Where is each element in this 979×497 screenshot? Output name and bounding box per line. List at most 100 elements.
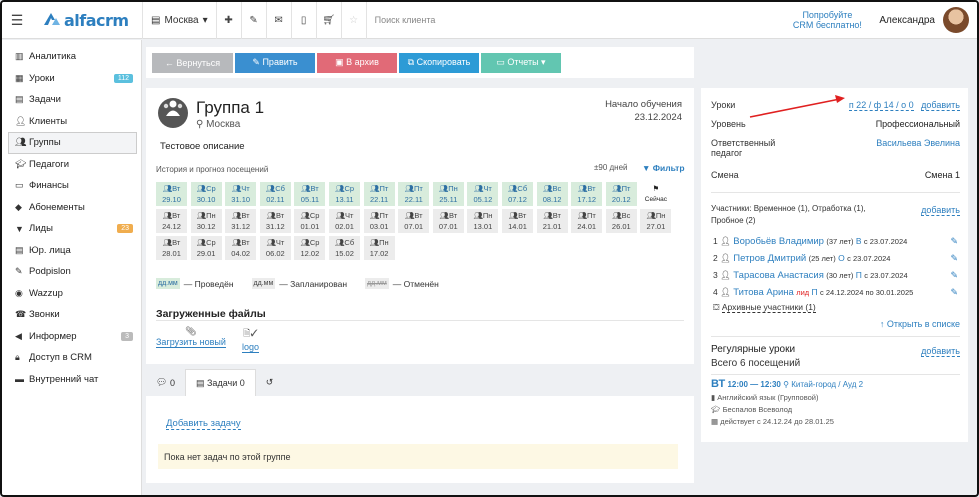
attendance-cell[interactable]: 👥︎Чт 06.02: [259, 236, 291, 260]
attendance-cell[interactable]: 👥︎Пн 27.01: [640, 209, 672, 233]
action-button-4[interactable]: ▭ Отчеты ▾: [481, 52, 561, 73]
filter-button[interactable]: ▼ Фильтр: [642, 163, 685, 173]
attendance-cell[interactable]: 👥︎Вт 17.12: [571, 182, 603, 206]
sidebar-item-4[interactable]: 👥︎ Группы: [8, 132, 137, 154]
users-icon: 👥︎: [196, 184, 207, 193]
sidebar-item-15[interactable]: ▬ Внутренний чат: [2, 369, 141, 391]
attendance-cell[interactable]: 👥︎Чт 31.10: [225, 182, 257, 206]
action-button-2[interactable]: ▣ В архив: [317, 52, 397, 73]
sidebar-item-14[interactable]: 🔒︎ Доступ в CRM: [2, 347, 141, 369]
attendance-cell[interactable]: 👥︎Пт 20.12: [605, 182, 637, 206]
attendance-cell[interactable]: 👥︎Сб 07.12: [502, 182, 533, 206]
sidebar-item-5[interactable]: 🎓︎ Педагоги: [2, 154, 141, 176]
edit-member-icon[interactable]: ✎: [950, 287, 958, 298]
attendance-cell[interactable]: 👥︎Вт 31.12: [225, 209, 257, 233]
attendance-cell[interactable]: 👥︎Ср 01.01: [294, 209, 326, 233]
attendance-cell[interactable]: 👥︎Вт 29.10: [156, 182, 187, 206]
attendance-cell[interactable]: 👥︎Вт 07.01: [432, 209, 464, 233]
mobile-icon[interactable]: ▯: [292, 15, 316, 26]
sidebar-item-7[interactable]: ◆ Абонементы: [2, 197, 141, 219]
attendance-cell[interactable]: 👥︎Вт 28.01: [156, 236, 187, 260]
teacher-link[interactable]: Васильева Эвелина: [876, 138, 960, 148]
attendance-cell[interactable]: 👥︎Ср 29.01: [190, 236, 222, 260]
add-member-link[interactable]: добавить: [921, 205, 960, 216]
tab-comments[interactable]: 💬︎ 0: [146, 369, 185, 396]
open-list-link[interactable]: ↑ Открыть в списке: [880, 319, 960, 329]
action-button-3[interactable]: ⧉ Скопировать: [399, 52, 479, 73]
sidebar-item-9[interactable]: ▤ Юр. лица: [2, 240, 141, 262]
add-lesson-link[interactable]: добавить: [921, 100, 960, 111]
attendance-cell[interactable]: 👥︎Пт 03.01: [363, 209, 395, 233]
attendance-cell[interactable]: 👥︎Вт 14.01: [502, 209, 533, 233]
attendance-cell[interactable]: 👥︎Чт 05.12: [467, 182, 499, 206]
edit-member-icon[interactable]: ✎: [950, 253, 958, 264]
member-name-link[interactable]: Воробьёв Владимир: [733, 236, 824, 247]
file-logo[interactable]: 🗎︎✓ logo: [242, 326, 260, 353]
users-icon: 👥︎: [646, 211, 656, 220]
lessons-stats-link[interactable]: п 22 / ф 14 / о 0: [848, 100, 914, 111]
attendance-cell[interactable]: 👥︎Вс 26.01: [605, 209, 637, 233]
days-range[interactable]: ±90 дней: [594, 163, 628, 172]
attendance-cell[interactable]: 👥︎Пн 30.12: [190, 209, 222, 233]
logo[interactable]: alfacrm: [32, 11, 142, 30]
attendance-cell[interactable]: 👥︎Вт 04.02: [225, 236, 257, 260]
attendance-cell[interactable]: 👥︎Пн 13.01: [467, 209, 499, 233]
funnel-icon: ▼: [642, 163, 651, 173]
sidebar-item-8[interactable]: ▼ Лиды 23: [2, 218, 141, 240]
sidebar-item-3[interactable]: 👤︎ Клиенты: [2, 111, 141, 133]
cart-icon[interactable]: 🛒︎: [317, 15, 341, 26]
attendance-cell[interactable]: 👥︎Ср 12.02: [294, 236, 326, 260]
attendance-cell[interactable]: 👥︎Ср 30.10: [190, 182, 222, 206]
sidebar-item-10[interactable]: ✎ Podpislon: [2, 261, 141, 283]
regular-lesson-item[interactable]: ВТ 12:00 — 12:30 ⚲ Китай-город / Ауд 2: [711, 378, 863, 390]
attendance-cell[interactable]: 👥︎Вт 31.12: [259, 209, 291, 233]
add-task-link[interactable]: Добавить задачу: [166, 418, 241, 430]
attendance-cell[interactable]: 👥︎Вт 24.12: [156, 209, 187, 233]
sidebar-item-11[interactable]: ◉ Wazzup: [2, 283, 141, 305]
edit-member-icon[interactable]: ✎: [950, 270, 958, 281]
attendance-cell[interactable]: 👥︎Пн 17.02: [363, 236, 395, 260]
attendance-cell[interactable]: 👥︎Пн 25.11: [432, 182, 464, 206]
add-regular-link[interactable]: добавить: [921, 346, 960, 357]
sidebar-item-13[interactable]: ◀ Информер 3: [2, 326, 141, 348]
user-menu[interactable]: Александра: [867, 7, 977, 33]
plus-icon[interactable]: ✚: [217, 15, 241, 26]
sidebar-item-2[interactable]: ▤ Задачи: [2, 89, 141, 111]
users-icon: 👥︎: [508, 211, 519, 220]
action-button-0[interactable]: ← Вернуться: [152, 52, 233, 73]
attendance-cell[interactable]: ⚑ Сейчас: [640, 182, 672, 206]
star-icon[interactable]: ☆: [342, 15, 366, 26]
attendance-cell[interactable]: 👥︎Вт 21.01: [536, 209, 568, 233]
wrench-icon[interactable]: ✎: [242, 15, 266, 26]
group-description: Тестовое описание: [160, 141, 245, 152]
menu-icon[interactable]: ☰: [2, 12, 32, 29]
attendance-cell[interactable]: 👥︎Пт 22.11: [363, 182, 395, 206]
attendance-cell[interactable]: 👥︎Ср 13.11: [329, 182, 360, 206]
upload-file-button[interactable]: 📎︎ Загрузить новый: [156, 326, 226, 348]
promo-link[interactable]: Попробуйте CRM бесплатно!: [787, 10, 867, 30]
attendance-cell[interactable]: 👥︎Чт 02.01: [329, 209, 360, 233]
attendance-cell[interactable]: 👥︎Вс 08.12: [536, 182, 568, 206]
sidebar-item-0[interactable]: ▥ Аналитика: [2, 46, 141, 68]
client-search-input[interactable]: Поиск клиента: [367, 15, 788, 25]
member-name-link[interactable]: Петров Дмитрий: [733, 253, 806, 264]
attendance-cell[interactable]: 👥︎Пт 24.01: [571, 209, 603, 233]
tab-tasks[interactable]: ▤ Задачи 0: [184, 369, 256, 396]
tab-history[interactable]: ↺: [256, 369, 284, 396]
member-name-link[interactable]: Тарасова Анастасия: [733, 270, 824, 281]
sidebar-item-6[interactable]: ▭ Финансы: [2, 175, 141, 197]
envelope-icon[interactable]: ✉: [267, 15, 291, 26]
action-button-1[interactable]: ✎ Править: [235, 52, 315, 73]
archive-members-link[interactable]: ⛋ Архивные участники (1): [713, 302, 816, 313]
attendance-cell[interactable]: 👥︎Пт 22.11: [398, 182, 430, 206]
attendance-cell[interactable]: 👥︎Сб 15.02: [329, 236, 360, 260]
attendance-cell[interactable]: 👥︎Сб 02.11: [259, 182, 291, 206]
users-icon: 👥︎: [439, 211, 449, 220]
city-selector[interactable]: ▤ Москва ▾: [143, 15, 216, 26]
attendance-cell[interactable]: 👥︎Вт 05.11: [294, 182, 326, 206]
sidebar-item-1[interactable]: ▦ Уроки 112: [2, 68, 141, 90]
sidebar-item-12[interactable]: ☎ Звонки: [2, 304, 141, 326]
edit-member-icon[interactable]: ✎: [950, 236, 958, 247]
attendance-cell[interactable]: 👥︎Вт 07.01: [398, 209, 430, 233]
member-name-link[interactable]: Титова Арина: [733, 287, 794, 298]
